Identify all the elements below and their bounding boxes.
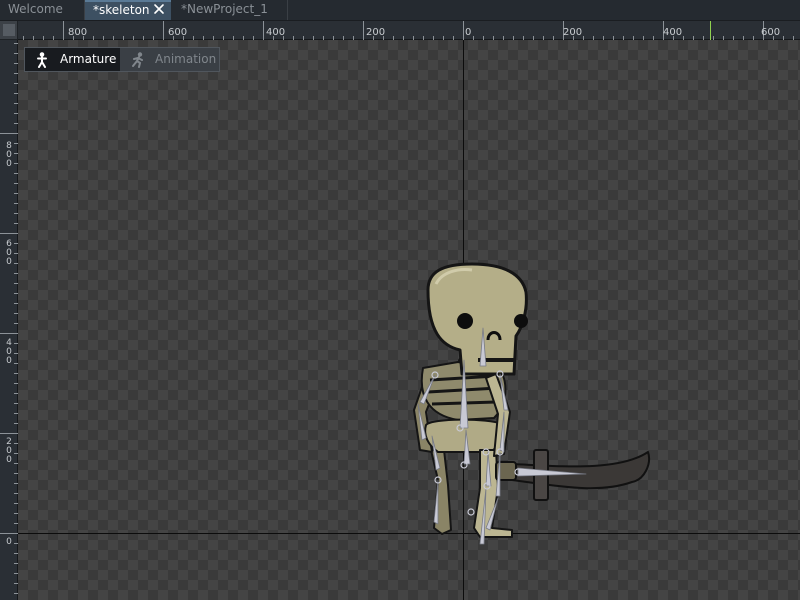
- armature-mode-button[interactable]: Armature: [25, 48, 120, 71]
- armature-mode-icon: [37, 52, 47, 68]
- ruler-label: 800: [6, 141, 12, 169]
- close-icon[interactable]: [153, 3, 165, 15]
- mode-toggle: Armature Animation: [24, 47, 220, 72]
- vertical-ruler-ticks: [0, 43, 18, 594]
- ruler-label: 400: [266, 27, 286, 38]
- ruler-label: 400: [663, 27, 683, 38]
- tab-newproject[interactable]: *NewProject_1: [173, 0, 287, 20]
- ruler-label: 200: [6, 437, 12, 465]
- horizontal-ruler[interactable]: 800 600 400 200 0 200 400 600: [18, 21, 800, 40]
- ruler-label: 600: [6, 239, 12, 267]
- stage-canvas[interactable]: [18, 40, 800, 600]
- tab-skeleton[interactable]: *skeleton: [85, 0, 171, 20]
- animation-mode-button[interactable]: Animation: [120, 48, 219, 71]
- tab-welcome[interactable]: Welcome: [0, 0, 84, 20]
- armature-mode-label: Armature: [60, 52, 117, 66]
- ruler-label: 600: [761, 27, 781, 38]
- vertical-ruler[interactable]: 800 600 400 200 0: [0, 40, 18, 600]
- stage-scene: [18, 40, 800, 600]
- ruler-corner[interactable]: [0, 21, 18, 40]
- ruler-label: 0: [465, 27, 472, 38]
- ruler-label: 800: [68, 27, 88, 38]
- ruler-label: 0: [6, 537, 12, 547]
- ruler-label: 200: [563, 27, 583, 38]
- animation-mode-label: Animation: [155, 52, 217, 66]
- ruler-label: 600: [168, 27, 188, 38]
- skeleton-character: [413, 262, 650, 545]
- tab-label: Welcome: [8, 2, 63, 16]
- animation-mode-icon: [132, 52, 143, 68]
- ruler-corner-icon: [3, 24, 15, 36]
- document-tab-bar: Welcome *skeleton *NewProject_1: [0, 0, 800, 21]
- ruler-label: 400: [6, 338, 12, 366]
- horizontal-ruler-ticks: [23, 21, 794, 40]
- tab-label: *NewProject_1: [181, 2, 268, 16]
- tab-divider: [287, 0, 288, 20]
- ruler-label: 200: [366, 27, 386, 38]
- tab-label: *skeleton: [93, 3, 150, 17]
